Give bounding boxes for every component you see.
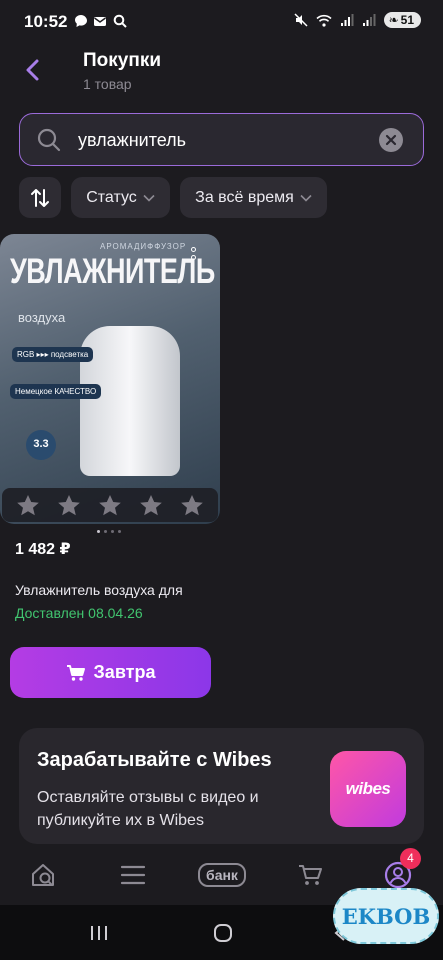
more-dot [190, 255, 196, 260]
sort-arrows-icon [31, 188, 49, 207]
sort-button[interactable] [19, 177, 61, 218]
more-dot [190, 247, 196, 252]
buy-button-label: Завтра [93, 662, 156, 682]
search-box[interactable] [19, 113, 424, 166]
period-filter-dropdown[interactable]: За всё время [180, 177, 327, 218]
recent-apps-icon [91, 926, 107, 940]
system-icons: ❧ 51 [294, 12, 421, 28]
chat-icon [75, 15, 87, 27]
star-icon[interactable] [180, 494, 204, 517]
nav-cart[interactable] [286, 855, 334, 895]
pager-dot [104, 530, 107, 533]
watermark-logo: EKBOB [333, 888, 439, 944]
recent-apps-button[interactable] [79, 919, 119, 947]
more-options-button[interactable] [186, 245, 200, 269]
search-input[interactable] [78, 126, 368, 154]
image-title-text: УВЛАЖНИТЕЛЬ [10, 252, 215, 291]
battery-level: 51 [400, 13, 414, 27]
image-pager [97, 530, 121, 533]
wifi-icon [316, 14, 332, 27]
chevron-left-icon [26, 59, 39, 81]
notification-icons [74, 14, 127, 28]
star-icon[interactable] [139, 494, 163, 517]
clock: 10:52 [24, 12, 68, 31]
page-title: Покупки [83, 50, 162, 71]
product-name[interactable]: Увлажнитель воздуха для [15, 582, 183, 598]
image-badge-rgb: RGB ▸▸▸ подсветка [12, 347, 94, 362]
status-filter-dropdown[interactable]: Статус [71, 177, 170, 218]
pager-dot [118, 530, 121, 533]
delivery-status: Доставлен 08.04.26 [15, 605, 143, 621]
humidifier-picture [80, 326, 180, 476]
promo-text: Оставляйте отзывы с видео и публикуйте и… [37, 789, 259, 829]
menu-icon [120, 865, 146, 885]
buy-again-button[interactable]: Завтра [10, 647, 211, 698]
signal-icon [340, 13, 354, 26]
close-icon [385, 134, 397, 146]
item-count: 1 товар [83, 76, 132, 92]
home-button[interactable] [203, 919, 243, 947]
star-icon[interactable] [16, 494, 40, 517]
clear-search-button[interactable] [379, 128, 403, 152]
image-volume-badge: 3.3 [26, 430, 56, 460]
battery-indicator: ❧ 51 [383, 12, 421, 28]
star-icon[interactable] [57, 494, 81, 517]
chevron-down-icon [143, 194, 155, 202]
notification-badge: 4 [400, 848, 421, 869]
image-subtitle-text: воздуха [18, 310, 66, 325]
cart-icon [299, 865, 322, 885]
cart-icon [66, 664, 85, 681]
mute-icon [294, 13, 308, 27]
home-circle-icon [214, 924, 232, 942]
period-filter-label: За всё время [195, 188, 294, 206]
nav-bank[interactable]: банк [186, 855, 258, 895]
leaf-icon: ❧ [388, 13, 399, 27]
wibes-logo: wibes [330, 751, 406, 827]
mail-icon [94, 16, 106, 26]
rating-stars[interactable] [2, 488, 218, 522]
status-bar: 10:52 ❧ 51 [0, 0, 443, 46]
search-icon [37, 128, 61, 152]
back-button[interactable] [14, 52, 50, 88]
product-image[interactable]: АРОМАДИФФУЗОР УВЛАЖНИТЕЛЬ воздуха RGB ▸▸… [0, 234, 220, 524]
nav-home[interactable] [20, 855, 68, 895]
pager-dot [97, 530, 100, 533]
status-filter-label: Статус [86, 188, 137, 206]
home-search-icon [32, 864, 54, 887]
bank-label: банк [198, 863, 246, 887]
signal-2-icon [362, 13, 376, 26]
image-badge-quality: Немецкое КАЧЕСТВО [10, 384, 102, 399]
wibes-promo-banner[interactable]: Зарабатывайте с Wibes Оставляйте отзывы … [19, 728, 424, 844]
image-top-text: АРОМАДИФФУЗОР [100, 242, 187, 251]
nav-catalog[interactable] [109, 855, 157, 895]
star-icon[interactable] [98, 494, 122, 517]
promo-title: Зарабатывайте с Wibes [37, 749, 272, 771]
chevron-down-icon [300, 194, 312, 202]
search-notify-icon [113, 14, 127, 28]
product-price: 1 482 ₽ [15, 541, 71, 558]
pager-dot [111, 530, 114, 533]
